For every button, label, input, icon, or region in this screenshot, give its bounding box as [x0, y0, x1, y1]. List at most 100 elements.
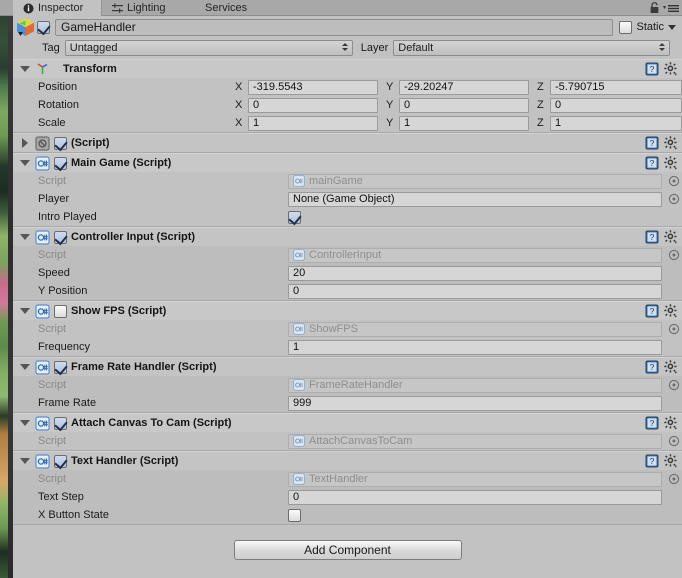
property-text-input[interactable]: 20 [288, 265, 662, 281]
vector3-x-input[interactable]: 1 [248, 115, 378, 131]
property-label: Speed [38, 267, 70, 279]
vector3-z-input[interactable]: 0 [550, 97, 682, 113]
help-book-icon[interactable]: ? [645, 360, 659, 374]
object-picker-icon[interactable] [668, 193, 680, 205]
gear-icon[interactable] [664, 62, 678, 76]
foldout-arrow-icon[interactable] [22, 138, 28, 148]
gear-icon[interactable] [664, 230, 678, 244]
property-text-input[interactable]: 1 [288, 339, 662, 355]
object-picker-icon[interactable] [668, 249, 680, 261]
tag-dropdown[interactable]: Untagged [64, 40, 353, 56]
help-book-icon[interactable]: ? [645, 416, 659, 430]
component-main-game: Main Game (Script)? Script mainGame Player N… [13, 153, 682, 227]
component-header-missing-script[interactable]: (Script)? [13, 133, 682, 152]
property-text-input[interactable]: 0 [288, 489, 662, 505]
object-picker-icon[interactable] [668, 323, 680, 335]
tag-layer-row: Tag Untagged Layer Default [13, 38, 682, 58]
object-reference-value: None (Game Object) [293, 193, 395, 205]
property-checkbox[interactable] [288, 210, 301, 224]
gear-icon[interactable] [664, 454, 678, 468]
property-text-input[interactable]: 0 [288, 283, 662, 299]
script-reference-field[interactable]: ShowFPS [288, 321, 662, 337]
foldout-arrow-icon[interactable] [20, 160, 30, 166]
add-component-button[interactable]: Add Component [233, 540, 462, 560]
svg-text:?: ? [650, 158, 655, 168]
property-label: Script [38, 379, 67, 391]
gear-icon[interactable] [664, 360, 678, 374]
object-picker-icon[interactable] [668, 379, 680, 391]
property-label: Script [38, 435, 67, 447]
component-enabled-checkbox[interactable] [54, 304, 67, 318]
vector3-x-input[interactable]: -319.5543 [248, 79, 378, 95]
component-header-frame-rate-handler[interactable]: Frame Rate Handler (Script)? [13, 357, 682, 376]
foldout-arrow-icon[interactable] [20, 364, 30, 370]
component-enabled-checkbox[interactable] [54, 136, 67, 150]
property-text-value: 0 [293, 285, 300, 297]
help-book-icon[interactable]: ? [645, 136, 659, 150]
component-title: Show FPS (Script) [71, 305, 167, 317]
foldout-arrow-icon[interactable] [20, 66, 30, 72]
lock-icon[interactable] [649, 2, 660, 14]
component-enabled-checkbox[interactable] [54, 454, 67, 468]
gear-icon[interactable] [664, 156, 678, 170]
foldout-arrow-icon[interactable] [20, 458, 30, 464]
component-header-attach-canvas-to-cam[interactable]: Attach Canvas To Cam (Script)? [13, 413, 682, 432]
svg-text:?: ? [650, 232, 655, 242]
static-dropdown-caret-icon[interactable] [668, 24, 676, 30]
gear-icon[interactable] [664, 304, 678, 318]
vector3-y-input[interactable]: -29.20247 [399, 79, 529, 95]
script-reference-field[interactable]: ControllerInput [288, 247, 662, 263]
object-picker-icon[interactable] [668, 175, 680, 187]
script-reference-field[interactable]: TextHandler [288, 471, 662, 487]
component-enabled-checkbox[interactable] [54, 360, 67, 374]
hamburger-menu-icon[interactable] [663, 2, 679, 14]
component-header-controller-input[interactable]: Controller Input (Script)? [13, 227, 682, 246]
script-reference-field[interactable]: AttachCanvasToCam [288, 433, 662, 449]
script-reference-field[interactable]: mainGame [288, 173, 662, 189]
component-enabled-checkbox[interactable] [54, 156, 67, 170]
vector3-y-input[interactable]: 0 [399, 97, 529, 113]
help-book-icon[interactable]: ? [645, 156, 659, 170]
script-chip-icon [293, 175, 305, 187]
gameobject-name-field[interactable]: GameHandler [55, 18, 614, 36]
property-label: Scale [38, 117, 66, 129]
tab-lighting[interactable]: Lighting [102, 0, 186, 16]
tab-services[interactable]: Services [195, 0, 267, 16]
vector3-x-input[interactable]: 0 [248, 97, 378, 113]
vector3-y-input[interactable]: 1 [399, 115, 529, 131]
help-book-icon[interactable]: ? [645, 62, 659, 76]
help-book-icon[interactable]: ? [645, 230, 659, 244]
script-reference-field[interactable]: FrameRateHandler [288, 377, 662, 393]
component-enabled-checkbox[interactable] [54, 230, 67, 244]
static-checkbox[interactable] [619, 20, 633, 34]
object-reference-field[interactable]: None (Game Object) [288, 191, 662, 207]
component-header-Transform[interactable]: Transform? [13, 59, 682, 78]
help-book-icon[interactable]: ? [645, 304, 659, 318]
property-checkbox[interactable] [288, 508, 301, 522]
layer-dropdown[interactable]: Default [393, 40, 671, 56]
foldout-arrow-icon[interactable] [20, 234, 30, 240]
tab-bar: Inspector Lighting Services [0, 0, 682, 16]
gameobject-active-checkbox[interactable] [37, 20, 50, 34]
chevron-updown-icon [659, 43, 666, 51]
component-header-text-handler[interactable]: Text Handler (Script)? [13, 451, 682, 470]
vector3-z-input[interactable]: -5.790715 [550, 79, 682, 95]
component-show-fps: Show FPS (Script)? Script ShowFPS Frequency… [13, 301, 682, 357]
axis-label-x: X [235, 117, 243, 129]
tab-inspector[interactable]: Inspector [13, 0, 102, 16]
component-header-show-fps[interactable]: Show FPS (Script)? [13, 301, 682, 320]
foldout-arrow-icon[interactable] [20, 420, 30, 426]
gear-icon[interactable] [664, 136, 678, 150]
svg-text:?: ? [650, 362, 655, 372]
object-picker-icon[interactable] [668, 473, 680, 485]
component-enabled-checkbox[interactable] [54, 416, 67, 430]
object-picker-icon[interactable] [668, 435, 680, 447]
gear-icon[interactable] [664, 416, 678, 430]
component-header-main-game[interactable]: Main Game (Script)? [13, 153, 682, 172]
gameobject-header: GameHandler Static [13, 16, 682, 38]
property-text-input[interactable]: 999 [288, 395, 662, 411]
vector3-field: X1Y1Z1 [235, 115, 682, 131]
vector3-z-input[interactable]: 1 [550, 115, 682, 131]
foldout-arrow-icon[interactable] [20, 308, 30, 314]
help-book-icon[interactable]: ? [645, 454, 659, 468]
